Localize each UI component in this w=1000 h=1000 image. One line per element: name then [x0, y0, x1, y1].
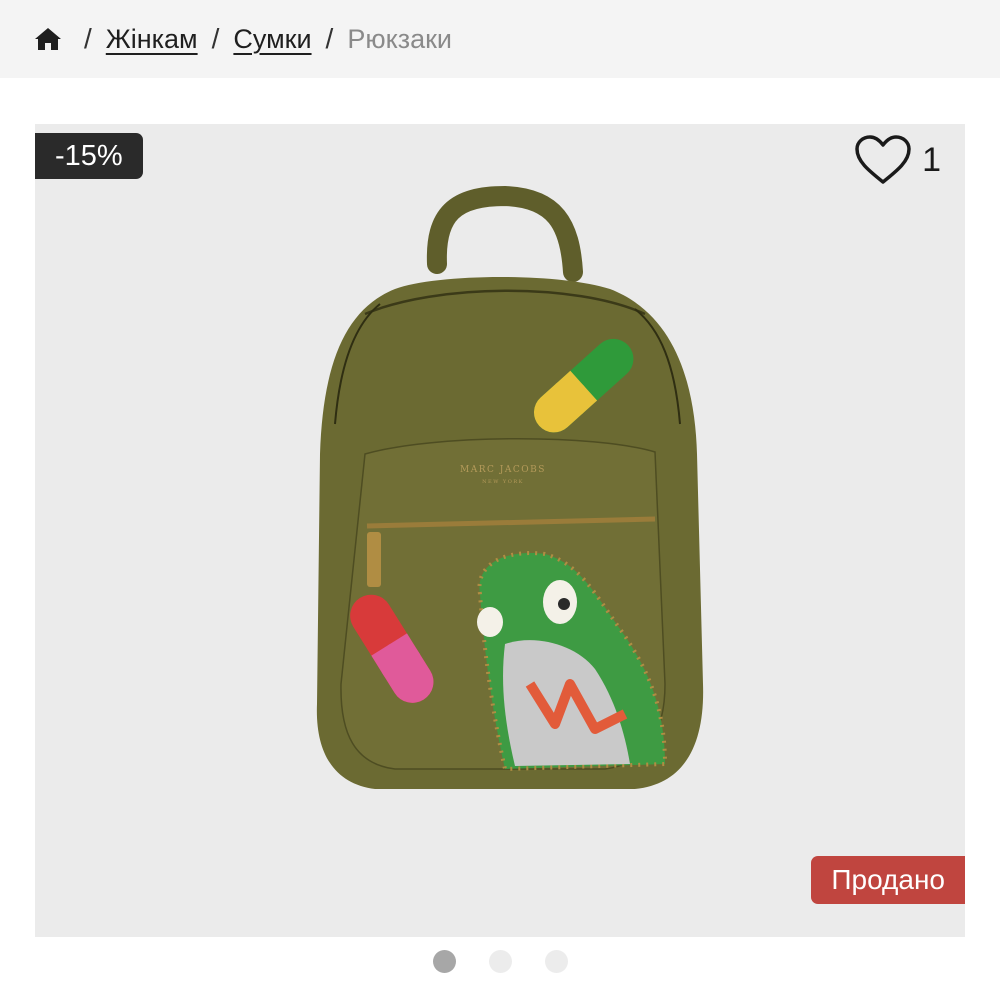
discount-badge: -15%	[35, 133, 143, 179]
breadcrumb-separator: /	[325, 23, 334, 54]
breadcrumb: / Жінкам / Сумки / Рюкзаки	[0, 0, 1000, 78]
breadcrumb-link-bags[interactable]: Сумки	[233, 24, 311, 55]
brand-logo: MARC JACOBS	[460, 465, 546, 475]
product-image[interactable]: MARC JACOBS NEW YORK	[35, 124, 965, 937]
sold-status-badge: Продано	[811, 856, 965, 904]
carousel-dot-2[interactable]	[488, 950, 512, 973]
heart-outline-icon[interactable]	[854, 134, 912, 186]
breadcrumb-separator: /	[84, 23, 92, 54]
carousel-dot-3[interactable]	[544, 950, 568, 973]
favorite-button[interactable]: 1	[854, 134, 941, 186]
carousel-pagination	[0, 950, 1000, 973]
home-icon[interactable]	[34, 26, 62, 52]
breadcrumb-link-women[interactable]: Жінкам	[106, 24, 198, 55]
carousel-dot-1[interactable]	[432, 950, 456, 973]
brand-sub: NEW YORK	[482, 479, 524, 485]
product-gallery[interactable]: MARC JACOBS NEW YORK -15% 1 Продано	[35, 124, 965, 937]
favorite-count: 1	[922, 140, 941, 179]
breadcrumb-current: Рюкзаки	[347, 23, 452, 54]
breadcrumb-separator: /	[211, 23, 220, 54]
